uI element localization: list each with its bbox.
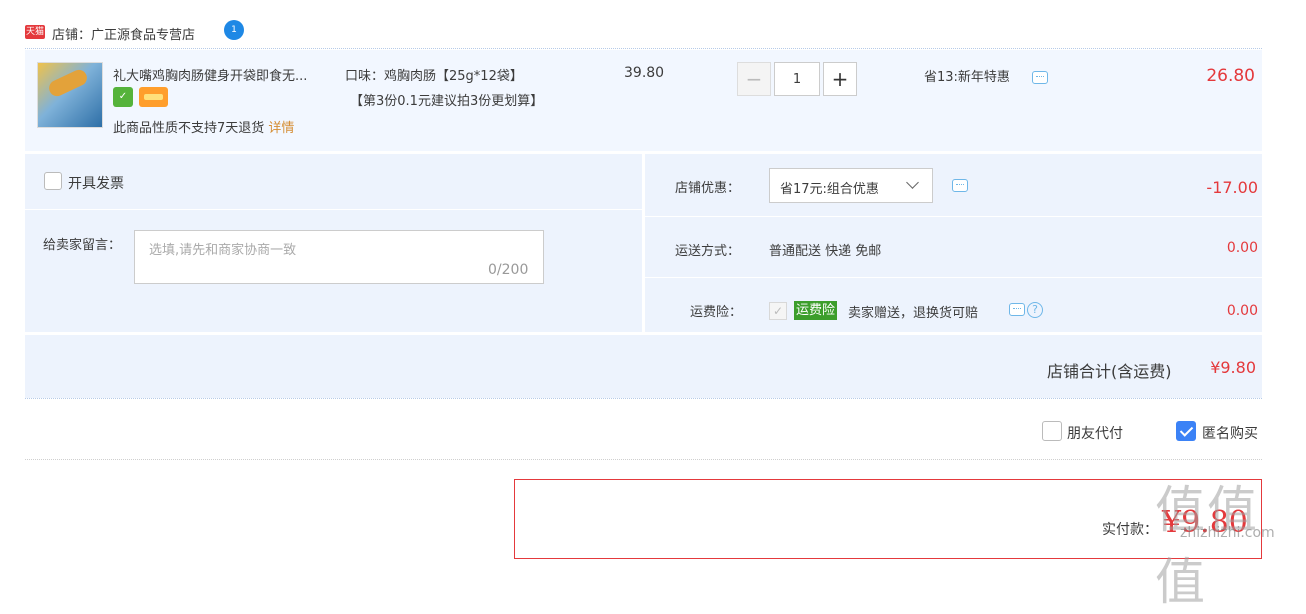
shop-total-value: ¥9.80 bbox=[1210, 358, 1256, 377]
info-bubble-icon[interactable] bbox=[1009, 303, 1025, 316]
divider bbox=[25, 398, 1262, 399]
item-total: 26.80 bbox=[1206, 66, 1255, 86]
friend-pay-label[interactable]: 朋友代付 bbox=[1067, 423, 1123, 443]
anonymous-label[interactable]: 匿名购买 bbox=[1202, 423, 1258, 443]
invoice-checkbox[interactable] bbox=[44, 172, 62, 190]
divider bbox=[25, 459, 1262, 460]
shipping-value: 0.00 bbox=[1226, 240, 1258, 256]
credit-card-icon bbox=[139, 87, 168, 107]
insurance-desc: 卖家赠送，退换货可赔 bbox=[848, 306, 979, 321]
watermark-logo: 值值值 bbox=[1155, 481, 1259, 611]
shipping-method: 普通配送 快递 免邮 bbox=[769, 244, 882, 259]
quantity-input[interactable] bbox=[774, 62, 820, 96]
tmall-logo: 天猫 bbox=[25, 25, 45, 39]
payment-label: 实付款： bbox=[1102, 522, 1158, 538]
shipping-label: 运送方式： bbox=[675, 244, 741, 259]
divider bbox=[645, 216, 1262, 217]
sku-promo: 【第3份0.1元建议拍3份更划算】 bbox=[350, 94, 544, 109]
insurance-value: 0.00 bbox=[1226, 303, 1258, 319]
help-icon[interactable]: ? bbox=[1027, 302, 1043, 318]
divider bbox=[25, 48, 1262, 49]
wangwang-chat-icon[interactable]: 1 bbox=[224, 20, 244, 40]
friend-pay-checkbox[interactable] bbox=[1042, 421, 1062, 441]
invoice-label[interactable]: 开具发票 bbox=[68, 173, 124, 193]
product-title[interactable]: 礼大嘴鸡胸肉肠健身开袋即食无... bbox=[113, 65, 338, 84]
quantity-decrease-button[interactable]: − bbox=[737, 62, 771, 96]
memo-char-count: 0/200 bbox=[488, 262, 529, 278]
insurance-tag: 运费险 bbox=[794, 301, 838, 320]
info-bubble-icon[interactable] bbox=[1032, 71, 1048, 84]
memo-placeholder: 选填,请先和商家协商一致 bbox=[149, 243, 297, 258]
shop-total-label: 店铺合计(含运费) bbox=[1047, 362, 1172, 381]
divider bbox=[25, 209, 642, 210]
service-badge-icon: ✓ bbox=[113, 87, 133, 107]
no-return-text: 此商品性质不支持7天退货 bbox=[113, 121, 265, 136]
item-discount: 省13:新年特惠 bbox=[924, 70, 1010, 85]
info-bubble-icon[interactable] bbox=[952, 179, 968, 192]
divider bbox=[645, 277, 1262, 278]
shop-discount-label: 店铺优惠： bbox=[675, 181, 741, 196]
shop-name[interactable]: 店铺：广正源食品专营店 bbox=[52, 24, 195, 43]
anonymous-checkbox[interactable] bbox=[1176, 421, 1196, 441]
shop-discount-selected[interactable]: 省17元:组合优惠 bbox=[780, 178, 879, 197]
watermark-text: zhizhizhi.com bbox=[1180, 525, 1275, 541]
sku-info: 口味：鸡胸肉肠【25g*12袋】 bbox=[345, 69, 523, 84]
insurance-label: 运费险： bbox=[690, 305, 743, 320]
quantity-increase-button[interactable]: + bbox=[823, 62, 857, 96]
no-return-notice: 此商品性质不支持7天退货 详情 bbox=[113, 117, 294, 136]
shop-discount-value: -17.00 bbox=[1206, 178, 1258, 197]
detail-link[interactable]: 详情 bbox=[268, 121, 294, 136]
memo-label: 给卖家留言： bbox=[43, 238, 122, 253]
unit-price: 39.80 bbox=[624, 65, 665, 81]
product-thumbnail[interactable] bbox=[37, 62, 103, 128]
insurance-checkbox: ✓ bbox=[769, 302, 787, 320]
